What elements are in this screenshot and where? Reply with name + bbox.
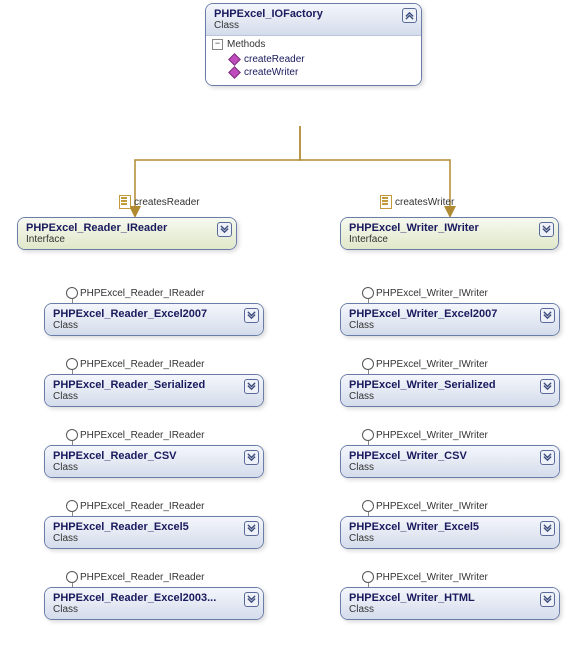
expand-icon[interactable] [244, 521, 259, 536]
class-stereotype: Class [349, 533, 553, 544]
class-stereotype: Class [349, 320, 553, 331]
expand-icon[interactable] [540, 379, 555, 394]
lollipop-interface: PHPExcel_Reader_IReader [66, 358, 205, 370]
class-title: PHPExcel_Reader_Excel2003... [53, 592, 257, 604]
lollipop-interface: PHPExcel_Writer_IWriter [362, 571, 488, 583]
expand-icon[interactable] [244, 450, 259, 465]
class-node[interactable]: PHPExcel_Reader_CSVClass [44, 445, 264, 478]
expand-icon[interactable] [540, 450, 555, 465]
class-stereotype: Class [214, 20, 415, 31]
lollipop-interface: PHPExcel_Reader_IReader [66, 287, 205, 299]
class-node[interactable]: PHPExcel_Writer_SerializedClass [340, 374, 560, 407]
lollipop-icon [362, 500, 374, 512]
lollipop-interface: PHPExcel_Writer_IWriter [362, 358, 488, 370]
class-stereotype: Class [349, 604, 553, 615]
class-node[interactable]: PHPExcel_Writer_Excel5Class [340, 516, 560, 549]
class-node[interactable]: PHPExcel_Reader_Excel2003...Class [44, 587, 264, 620]
lollipop-icon [66, 571, 78, 583]
class-node[interactable]: PHPExcel_Reader_Excel5Class [44, 516, 264, 549]
method-icon [228, 53, 241, 66]
class-title: PHPExcel_Reader_Serialized [53, 379, 257, 391]
class-node[interactable]: PHPExcel_Writer_HTMLClass [340, 587, 560, 620]
interface-writer[interactable]: PHPExcel_Writer_IWriter Interface [340, 217, 559, 250]
interface-title: PHPExcel_Writer_IWriter [349, 222, 552, 234]
method-row[interactable]: createWriter [206, 66, 421, 79]
class-title: PHPExcel_IOFactory [214, 8, 415, 20]
interface-stereotype: Interface [349, 234, 552, 245]
class-title: PHPExcel_Writer_HTML [349, 592, 553, 604]
lollipop-icon [362, 571, 374, 583]
lollipop-icon [66, 358, 78, 370]
lollipop-interface: PHPExcel_Reader_IReader [66, 429, 205, 441]
method-row[interactable]: createReader [206, 53, 421, 66]
class-node[interactable]: PHPExcel_Writer_CSVClass [340, 445, 560, 478]
class-title: PHPExcel_Writer_CSV [349, 450, 553, 462]
methods-header: − Methods [206, 36, 421, 53]
expand-icon[interactable] [540, 592, 555, 607]
edge-label-createswriter: createsWriter [380, 195, 454, 209]
class-title: PHPExcel_Writer_Excel5 [349, 521, 553, 533]
class-iofactory[interactable]: PHPExcel_IOFactory Class − Methods creat… [205, 3, 422, 86]
class-title: PHPExcel_Reader_Excel2007 [53, 308, 257, 320]
expand-icon[interactable] [540, 521, 555, 536]
class-title: PHPExcel_Writer_Excel2007 [349, 308, 553, 320]
lollipop-icon [362, 287, 374, 299]
class-node[interactable]: PHPExcel_Reader_Excel2007Class [44, 303, 264, 336]
expand-icon[interactable] [540, 308, 555, 323]
class-stereotype: Class [53, 533, 257, 544]
doc-icon [119, 195, 131, 209]
expand-icon[interactable] [244, 592, 259, 607]
method-icon [228, 66, 241, 79]
expand-icon[interactable] [217, 222, 232, 237]
interface-title: PHPExcel_Reader_IReader [26, 222, 230, 234]
expand-icon[interactable] [244, 379, 259, 394]
class-title: PHPExcel_Reader_CSV [53, 450, 257, 462]
interface-reader[interactable]: PHPExcel_Reader_IReader Interface [17, 217, 237, 250]
lollipop-icon [362, 429, 374, 441]
lollipop-interface: PHPExcel_Reader_IReader [66, 571, 205, 583]
lollipop-interface: PHPExcel_Writer_IWriter [362, 287, 488, 299]
class-stereotype: Class [349, 391, 553, 402]
lollipop-interface: PHPExcel_Writer_IWriter [362, 500, 488, 512]
lollipop-icon [66, 500, 78, 512]
class-title: PHPExcel_Reader_Excel5 [53, 521, 257, 533]
class-stereotype: Class [53, 462, 257, 473]
class-stereotype: Class [53, 604, 257, 615]
class-node[interactable]: PHPExcel_Writer_Excel2007Class [340, 303, 560, 336]
class-stereotype: Class [53, 391, 257, 402]
edge-label-createsreader: createsReader [119, 195, 200, 209]
expand-icon[interactable] [244, 308, 259, 323]
class-node[interactable]: PHPExcel_Reader_SerializedClass [44, 374, 264, 407]
class-stereotype: Class [53, 320, 257, 331]
lollipop-icon [66, 429, 78, 441]
doc-icon [380, 195, 392, 209]
interface-stereotype: Interface [26, 234, 230, 245]
class-title: PHPExcel_Writer_Serialized [349, 379, 553, 391]
lollipop-icon [66, 287, 78, 299]
lollipop-icon [362, 358, 374, 370]
class-stereotype: Class [349, 462, 553, 473]
collapse-icon[interactable] [402, 8, 417, 23]
expand-icon[interactable] [539, 222, 554, 237]
lollipop-interface: PHPExcel_Reader_IReader [66, 500, 205, 512]
section-toggle-icon[interactable]: − [212, 39, 223, 50]
lollipop-interface: PHPExcel_Writer_IWriter [362, 429, 488, 441]
